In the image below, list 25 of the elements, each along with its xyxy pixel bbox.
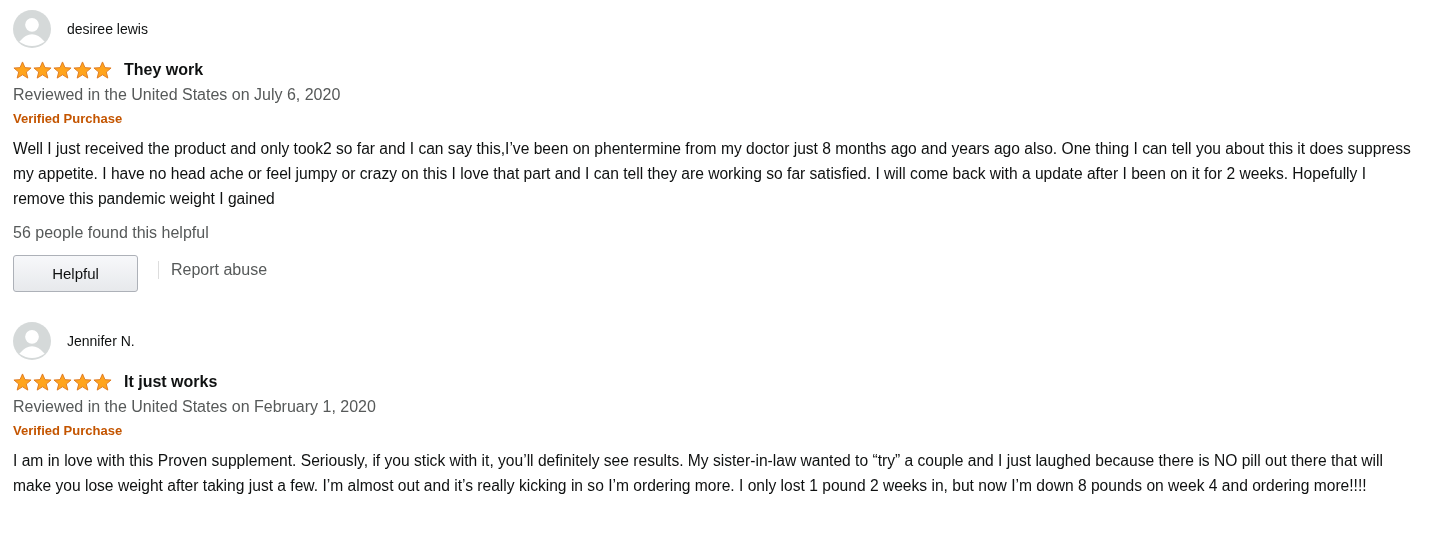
review-title[interactable]: It just works	[124, 373, 218, 391]
reviewer-name: desiree lewis	[67, 21, 148, 37]
review-title[interactable]: They work	[124, 61, 204, 79]
star-icon	[33, 372, 52, 392]
star-icon	[53, 372, 72, 392]
review-text: I am in love with this Proven supplement. Seriously, if you stick with it, you’ll definitely see results. My sister-in-law wanted to “try” a couple and I just laughed because there is NO pill out there that will make you lose weight after taking just a few. I’m almost out and it’s really kicking in so I’m ordering more. I only lost 1 pound 2 weeks in, but now I’m down 8 pounds on week 4 and ordering more!!!!	[13, 451, 1384, 496]
star-icon	[73, 372, 92, 392]
star-icon	[53, 60, 72, 80]
verified-purchase-label: Verified Purchase	[13, 422, 124, 440]
verified-purchase-label: Verified Purchase	[13, 110, 124, 128]
review-date: Reviewed in the United States on July 6, 2020	[13, 85, 342, 105]
review-text: Well I just received the product and only took2 so far and I can say this,I’ve been on phentermine from my doctor just 8 months ago and years ago also. One thing I can tell you about this it does suppress my appetite. I have no head ache or feel jumpy or crazy on this I love that part and I can tell they are working so far satisfied. I will come back with a update after I been on it for 2 weeks. Hopefully I remove this pandemic weight I gained	[13, 139, 1412, 209]
star-icon	[73, 60, 92, 80]
avatar-icon	[13, 10, 51, 48]
star-icon	[13, 372, 32, 392]
star-icon	[13, 60, 32, 80]
review-date: Reviewed in the United States on February 1, 2020	[13, 397, 377, 417]
reviewer-name: Jennifer N.	[67, 333, 135, 349]
helpful-count: 56 people found this helpful	[13, 223, 210, 243]
star-icon	[93, 60, 112, 80]
avatar-icon	[13, 322, 51, 360]
star-icon	[33, 60, 52, 80]
report-abuse-link[interactable]: Report abuse	[171, 260, 268, 279]
star-icon	[93, 372, 112, 392]
helpful-button[interactable]: Helpful	[13, 255, 138, 292]
